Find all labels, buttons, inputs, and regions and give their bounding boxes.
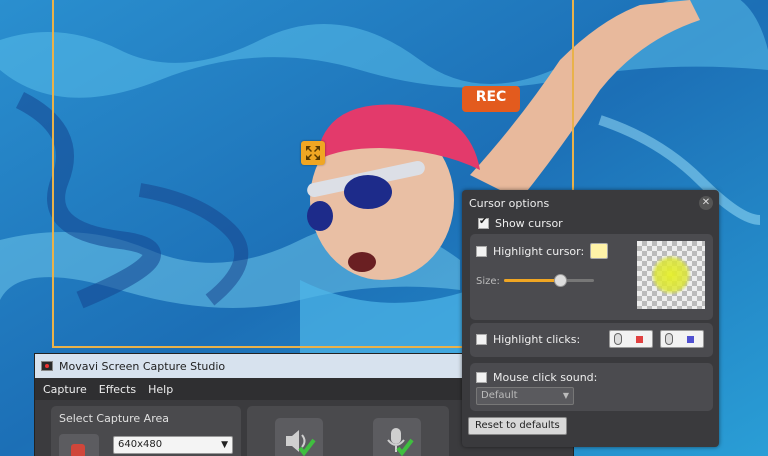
reset-defaults-button[interactable]: Reset to defaults — [468, 417, 567, 435]
app-logo-icon — [41, 361, 53, 371]
highlight-color-swatch[interactable] — [590, 243, 609, 259]
capture-area-select[interactable]: 640x480 ▼ — [113, 436, 233, 454]
microphone-button[interactable] — [373, 418, 421, 456]
menu-capture[interactable]: Capture — [43, 383, 87, 396]
capture-area-panel: Select Capture Area 640x480 ▼ — [51, 406, 241, 456]
highlight-clicks-label: Highlight clicks: — [493, 333, 581, 346]
left-click-color — [636, 336, 643, 343]
popup-title: Cursor options — [469, 197, 550, 210]
menu-help[interactable]: Help — [148, 383, 173, 396]
cursor-highlight-preview — [637, 241, 705, 309]
right-mouse-icon — [665, 333, 673, 345]
audio-panel — [247, 406, 449, 456]
cursor-options-popup: Cursor options ✕ Show cursor Highlight c… — [462, 190, 719, 447]
click-sound-select[interactable]: Default ▼ — [476, 387, 574, 405]
left-click-color-button[interactable] — [609, 330, 653, 348]
move-handle-icon[interactable] — [301, 141, 325, 165]
capture-area-icon[interactable] — [59, 434, 99, 456]
close-icon[interactable]: ✕ — [699, 196, 713, 210]
show-cursor-checkbox[interactable] — [478, 216, 489, 229]
chevron-down-icon: ▼ — [221, 440, 228, 450]
menu-effects[interactable]: Effects — [99, 383, 136, 396]
size-slider-fill — [504, 279, 560, 282]
highlight-clicks-checkbox[interactable] — [476, 334, 487, 345]
highlight-glow — [651, 255, 691, 295]
capture-area-label: Select Capture Area — [59, 412, 169, 425]
highlight-clicks-row: Highlight clicks: — [476, 333, 580, 346]
left-mouse-icon — [614, 333, 622, 345]
highlight-cursor-label: Highlight cursor: — [493, 244, 585, 258]
system-audio-button[interactable] — [275, 418, 323, 456]
highlight-cursor-checkbox[interactable] — [476, 245, 487, 257]
app-title: Movavi Screen Capture Studio — [59, 359, 226, 373]
click-sound-checkbox[interactable] — [476, 372, 487, 383]
click-sound-value: Default — [481, 390, 518, 401]
size-slider[interactable] — [504, 274, 594, 287]
click-sound-label: Mouse click sound: — [493, 371, 598, 384]
rec-button[interactable]: REC — [462, 86, 520, 112]
click-sound-row: Mouse click sound: — [476, 371, 597, 384]
highlight-cursor-row: Highlight cursor: — [476, 243, 609, 259]
show-cursor-label: Show cursor — [495, 217, 563, 230]
right-click-color-button[interactable] — [660, 330, 704, 348]
size-slider-knob[interactable] — [553, 274, 567, 287]
capture-area-value: 640x480 — [118, 439, 163, 450]
size-label: Size: — [476, 276, 500, 287]
speaker-icon — [286, 430, 316, 456]
show-cursor-row: Show cursor — [478, 216, 563, 230]
microphone-icon — [387, 428, 414, 456]
right-click-color — [687, 336, 694, 343]
chevron-down-icon: ▼ — [562, 391, 569, 400]
